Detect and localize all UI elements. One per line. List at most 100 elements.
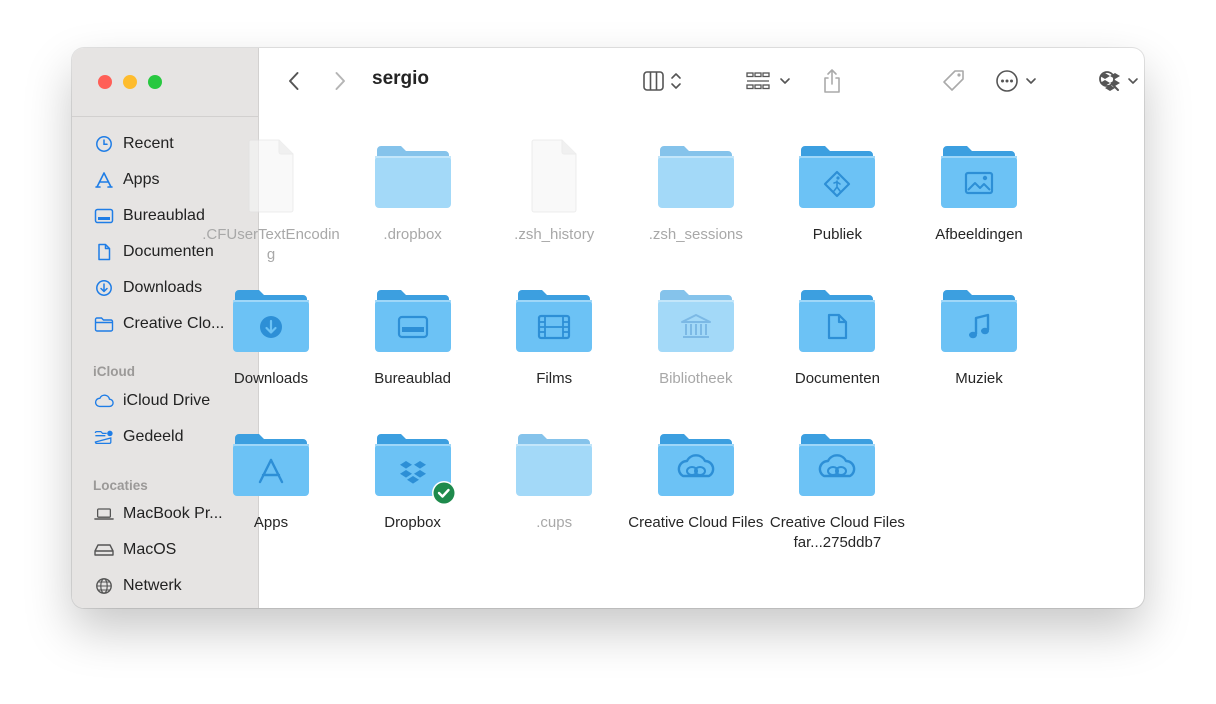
tag-icon — [943, 70, 964, 91]
item-label: Bureaublad — [374, 370, 451, 387]
folder-icon — [484, 280, 624, 362]
folder-icon — [484, 424, 624, 506]
folder-item-bibliotheek[interactable]: Bibliotheek — [626, 280, 766, 389]
item-label: Downloads — [233, 370, 309, 387]
document-icon — [94, 242, 114, 262]
folder-icon — [343, 136, 483, 218]
item-label: Films — [536, 370, 573, 387]
chevron-down-icon — [1026, 78, 1036, 84]
folder-item-afbeeldingen[interactable]: Afbeeldingen — [909, 136, 1049, 245]
search-area — [1096, 48, 1144, 114]
folder-icon — [626, 424, 766, 506]
sidebar-item-netwerk[interactable]: Netwerk — [94, 574, 252, 598]
desktop-icon — [94, 206, 114, 226]
folder-item-apps[interactable]: Apps — [201, 424, 341, 533]
file-item-cfusertextencoding[interactable]: .CFUserTextEncoding — [201, 136, 341, 265]
folder-icon — [909, 280, 1049, 362]
sidebar-item-label: Recent — [123, 135, 174, 152]
item-label: Creative Cloud Files — [628, 514, 764, 531]
item-label: .CFUserTextEncoding — [202, 226, 340, 263]
item-label: Dropbox — [384, 514, 441, 531]
item-label: Bibliotheek — [659, 370, 733, 387]
search-icon — [1099, 71, 1119, 91]
back-button[interactable] — [283, 69, 305, 93]
sidebar-item-label: iCloud Drive — [123, 392, 211, 409]
finder-window: Recent Apps Bureaublad Documenten Downlo… — [72, 48, 1144, 608]
shared-folder-icon — [94, 427, 114, 447]
columns-view-icon — [643, 71, 664, 91]
file-icon — [484, 136, 624, 218]
folder-icon — [767, 136, 907, 218]
minimize-button[interactable] — [123, 75, 137, 89]
search-button[interactable] — [1096, 68, 1122, 94]
share-icon — [824, 69, 840, 93]
window-title: sergio — [372, 68, 430, 89]
item-label: .zsh_sessions — [648, 226, 743, 243]
sidebar-item-label: Gedeeld — [123, 428, 184, 445]
folder-item-zsh-sessions[interactable]: .zsh_sessions — [626, 136, 766, 245]
share-button[interactable] — [820, 67, 844, 95]
chevron-right-icon — [335, 72, 345, 90]
sidebar-item-label: Downloads — [123, 279, 203, 296]
item-label: Muziek — [955, 370, 1003, 387]
chevron-down-icon — [780, 78, 790, 84]
folder-item-downloads[interactable]: Downloads — [201, 280, 341, 389]
sidebar-section-icloud: iCloud — [93, 364, 135, 379]
item-label: Documenten — [794, 370, 880, 387]
file-item-zsh-history[interactable]: .zsh_history — [484, 136, 624, 245]
item-label: Creative Cloud Files far...275ddb7 — [769, 514, 905, 551]
apps-icon — [94, 170, 114, 190]
view-mode-button[interactable] — [642, 69, 688, 93]
file-icon — [201, 136, 341, 218]
item-label: Publiek — [812, 226, 862, 243]
folder-icon — [767, 424, 907, 506]
folder-item-muziek[interactable]: Muziek — [909, 280, 1049, 389]
sidebar-item-macos[interactable]: MacOS — [94, 538, 252, 562]
group-button[interactable] — [745, 69, 795, 93]
sidebar-item-label: Bureaublad — [123, 207, 205, 224]
laptop-icon — [94, 504, 114, 524]
folder-item-films[interactable]: Films — [484, 280, 624, 389]
folder-item-bureaublad[interactable]: Bureaublad — [343, 280, 483, 389]
folder-icon — [626, 136, 766, 218]
sidebar-item-icloud-drive[interactable]: iCloud Drive — [94, 389, 252, 413]
network-icon — [94, 576, 114, 596]
action-menu-button[interactable] — [994, 68, 1044, 94]
folder-item-publiek[interactable]: Publiek — [767, 136, 907, 245]
folder-item-documenten[interactable]: Documenten — [767, 280, 907, 389]
item-label: .zsh_history — [514, 226, 595, 243]
folder-icon — [767, 280, 907, 362]
folder-icon — [201, 280, 341, 362]
folder-icon — [626, 280, 766, 362]
ellipsis-circle-icon — [996, 70, 1018, 92]
folder-icon — [909, 136, 1049, 218]
sidebar-divider — [72, 116, 258, 117]
folder-item-dropbox[interactable]: Dropbox — [343, 424, 483, 533]
cloud-icon — [94, 391, 114, 411]
synced-badge-icon — [431, 481, 456, 505]
sidebar-item-label: Apps — [123, 171, 160, 188]
forward-button[interactable] — [329, 69, 351, 93]
folder-item-creative-cloud-files-far-275ddb7[interactable]: Creative Cloud Files far...275ddb7 — [767, 424, 907, 553]
sidebar-item-label: Netwerk — [123, 577, 182, 594]
sidebar-item-label: MacOS — [123, 541, 177, 558]
folder-icon — [343, 424, 483, 506]
toolbar: sergio — [259, 48, 1144, 114]
folder-item-cups[interactable]: .cups — [484, 424, 624, 533]
drive-icon — [94, 540, 114, 560]
folder-icon — [343, 280, 483, 362]
folder-icon — [94, 314, 114, 334]
item-label: Apps — [253, 514, 289, 531]
clock-icon — [94, 134, 114, 154]
zoom-button[interactable] — [148, 75, 162, 89]
chevron-left-icon — [289, 72, 299, 90]
folder-item-dropbox[interactable]: .dropbox — [343, 136, 483, 245]
tag-button[interactable] — [940, 68, 968, 94]
sidebar-section-locaties: Locaties — [93, 478, 148, 493]
folder-item-creative-cloud-files[interactable]: Creative Cloud Files — [626, 424, 766, 533]
folder-icon — [201, 424, 341, 506]
item-label: .dropbox — [383, 226, 442, 243]
close-button[interactable] — [98, 75, 112, 89]
item-label: .cups — [536, 514, 573, 531]
chevron-updown-icon — [671, 73, 681, 89]
